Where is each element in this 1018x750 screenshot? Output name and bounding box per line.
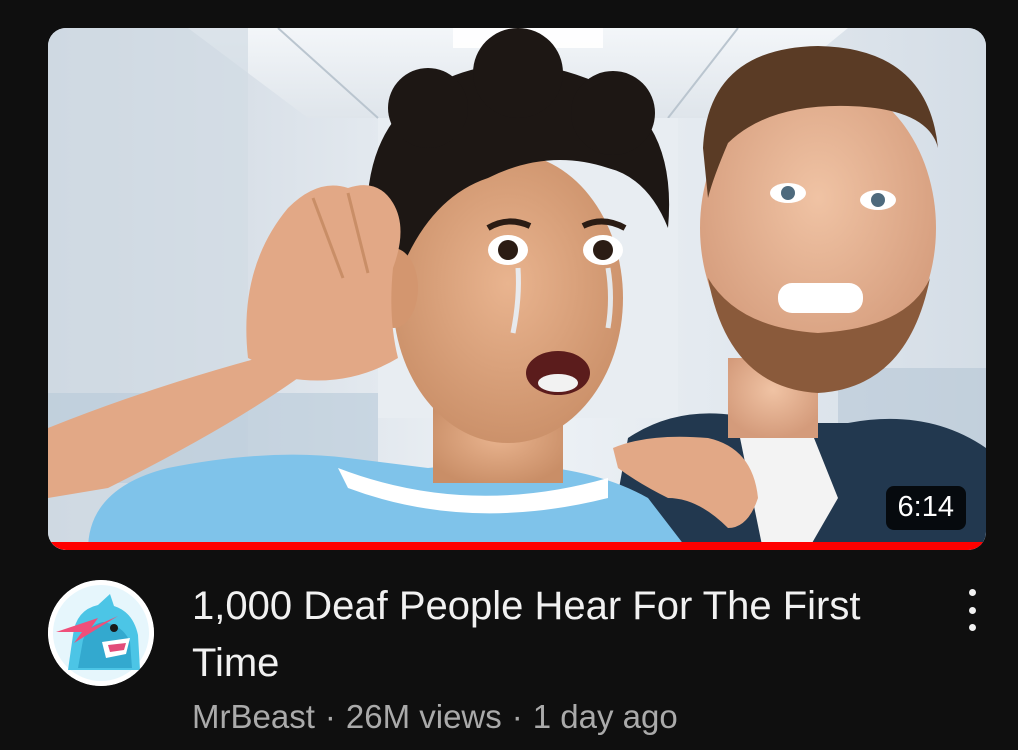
meta-separator: · — [324, 698, 336, 735]
more-dot — [968, 624, 976, 631]
more-dot — [968, 589, 976, 596]
channel-avatar[interactable] — [48, 580, 154, 686]
channel-name[interactable]: MrBeast — [192, 698, 315, 735]
thumbnail-image — [48, 28, 986, 550]
watch-progress-bar — [48, 542, 986, 550]
view-count: 26M views — [345, 698, 502, 735]
meta-separator: · — [511, 698, 523, 735]
video-title[interactable]: 1,000 Deaf People Hear For The First Tim… — [192, 578, 912, 692]
video-meta: MrBeast · 26M views · 1 day ago — [192, 697, 678, 737]
upload-age: 1 day ago — [532, 698, 678, 735]
more-dot — [968, 606, 976, 614]
duration-badge: 6:14 — [885, 486, 966, 530]
mrbeast-logo-icon — [48, 580, 154, 686]
video-card[interactable]: 6:14 1,000 Deaf People Hear For The Firs… — [0, 0, 1018, 750]
video-thumbnail[interactable]: 6:14 — [48, 28, 986, 550]
more-options-icon[interactable] — [950, 585, 994, 635]
